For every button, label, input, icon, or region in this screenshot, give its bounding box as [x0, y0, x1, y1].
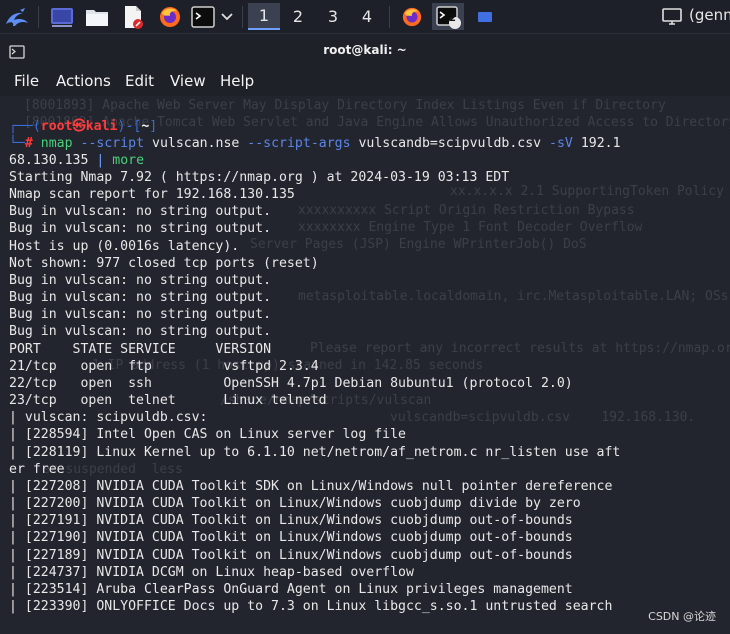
taskbar-separator — [242, 6, 243, 28]
output-line: | [227190] NVIDIA CUDA Toolkit on Linux/… — [9, 530, 573, 545]
file-manager-icon[interactable] — [82, 3, 112, 30]
ghost-text: Please report any incorrect results at h… — [310, 341, 730, 356]
command-arg: vulscandb=scipvuldb.csv — [358, 136, 542, 151]
output-line: er free — [9, 462, 65, 477]
menu-bar: File Actions Edit View Help — [0, 68, 730, 96]
menu-file[interactable]: File — [14, 72, 39, 90]
terminal-area[interactable]: [8001893] Apache Web Server May Display … — [0, 96, 730, 634]
output-line: | [227208] NVIDIA CUDA Toolkit SDK on Li… — [9, 479, 613, 494]
prompt-hash: # — [24, 136, 33, 151]
window-titlebar[interactable]: root@kali: ~ — [0, 34, 730, 68]
output-line: PORT STATE SERVICE VERSION — [9, 342, 272, 357]
workspace-4[interactable]: 4 — [351, 3, 383, 30]
output-line: | [228594] Intel Open CAS on Linux serve… — [9, 427, 406, 442]
command-ip: 192.1 — [580, 136, 621, 151]
command-option: --script-args — [247, 136, 351, 151]
menu-actions[interactable]: Actions — [56, 72, 111, 90]
terminal-window-icon[interactable]: 2 — [432, 3, 464, 30]
output-line: Bug in vulscan: no string output. — [9, 204, 272, 219]
command-pager: more — [112, 153, 145, 168]
output-line: Host is up (0.0016s latency). — [9, 239, 240, 254]
prompt-user: root — [40, 119, 73, 134]
text-editor-icon[interactable] — [118, 3, 148, 30]
prompt-line: ┌──(root㉿kali)-[~] — [9, 118, 157, 135]
command-arg: vulscan.nse — [152, 136, 240, 151]
output-line: Not shown: 977 closed tcp ports (reset) — [9, 256, 319, 271]
monitor-icon[interactable] — [660, 3, 684, 30]
output-line: Bug in vulscan: no string output. — [9, 307, 272, 322]
prompt-frame: └─ — [9, 136, 25, 151]
command-line-wrap: 68.130.135 | more — [9, 152, 144, 169]
output-line: Starting Nmap 7.92 ( https://nmap.org ) … — [9, 170, 510, 185]
output-line: 21/tcp open ftp vsftpd 2.3.4 — [9, 359, 319, 374]
menu-edit[interactable]: Edit — [125, 72, 154, 90]
output-line: | [223514] Aruba ClearPass OnGuard Agent… — [9, 582, 573, 597]
output-line: Bug in vulscan: no string output. — [9, 324, 272, 339]
workspace-3[interactable]: 3 — [317, 3, 349, 30]
prompt-at: ㉿ — [72, 119, 86, 134]
output-line: Bug in vulscan: no string output. — [9, 273, 272, 288]
taskbar-separator — [389, 6, 390, 28]
prompt-frame: ┌──( — [9, 119, 41, 134]
ghost-text: metasploitable.localdomain, irc.Metasplo… — [298, 289, 730, 304]
prompt-host: kali — [85, 119, 118, 134]
ghost-text: [8001893] Apache Web Server May Display … — [24, 98, 666, 113]
taskbar-separator — [38, 6, 39, 28]
firefox-icon[interactable] — [155, 3, 185, 30]
watermark: CSDN @论迹 — [648, 610, 716, 623]
output-line: | [227200] NVIDIA CUDA Toolkit on Linux/… — [9, 496, 581, 511]
output-line: | [227189] NVIDIA CUDA Toolkit on Linux/… — [9, 548, 573, 563]
menu-help[interactable]: Help — [220, 72, 254, 90]
output-line: | [224737] NVIDIA DCGM on Linux heap-bas… — [9, 565, 414, 580]
output-line: 22/tcp open ssh OpenSSH 4.7p1 Debian 8ub… — [9, 376, 573, 391]
prompt-frame: ] — [149, 119, 158, 134]
output-line: Bug in vulscan: no string output. — [9, 221, 272, 236]
command-option: -sV — [549, 136, 573, 151]
kali-menu-icon[interactable] — [2, 3, 32, 30]
menu-view[interactable]: View — [170, 72, 206, 90]
command-option: --script — [80, 136, 145, 151]
ghost-text: xx.x.x.x 2.1 SupportingToken Policy Bypa… — [450, 184, 724, 199]
prompt-frame: )-[ — [117, 119, 142, 134]
output-line: | vulscan: scipvuldb.csv: — [9, 410, 208, 425]
output-line: Nmap scan report for 192.168.130.135 — [9, 187, 295, 202]
command-line: └─# nmap --script vulscan.nse --script-a… — [9, 135, 621, 152]
firefox-window-icon[interactable] — [397, 3, 427, 30]
desktop-icon[interactable] — [47, 3, 77, 30]
ghost-text: xxxxxxxxxx Script Origin Restriction Byp… — [298, 203, 635, 218]
command-name: nmap — [40, 136, 73, 151]
output-line: Bug in vulscan: no string output. — [9, 290, 272, 305]
taskbar: 1 2 3 4 2 (genm — [0, 0, 730, 34]
taskbar-clipped-text: (genm — [689, 6, 730, 24]
terminal-launcher-icon[interactable] — [189, 3, 217, 30]
output-line: | [223390] ONLYOFFICE Docs up to 7.3 on … — [9, 599, 613, 614]
output-line: | [228119] Linux Kernel up to 6.1.10 net… — [9, 445, 621, 460]
terminal-window-count: 2 — [449, 13, 456, 24]
output-line: | [227191] NVIDIA CUDA Toolkit on Linux/… — [9, 513, 573, 528]
ghost-text: Server Pages (JSP) Engine WPrinterJob() … — [250, 237, 587, 252]
window-app-icon[interactable] — [474, 3, 496, 30]
window-title: root@kali: ~ — [323, 43, 407, 57]
command-ip: 68.130.135 — [9, 153, 89, 168]
chevron-down-icon[interactable] — [218, 3, 236, 30]
workspace-2[interactable]: 2 — [282, 3, 314, 30]
output-line: 23/tcp open telnet Linux telnetd — [9, 393, 327, 408]
ghost-text: xxxxxxxx Engine Type 1 Font Decoder Over… — [298, 220, 643, 235]
workspace-1[interactable]: 1 — [248, 3, 280, 30]
command-pipe: | — [96, 153, 105, 168]
ghost-text: vulscandb=scipvuldb.csv 192.168.130. — [390, 410, 696, 425]
